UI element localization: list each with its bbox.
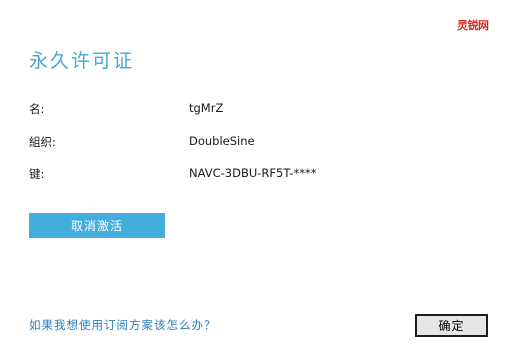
subscription-help-link[interactable]: 如果我想使用订阅方案该怎么办？ [29, 317, 217, 333]
name-value: tgMrZ [189, 101, 224, 115]
key-label: 键: [29, 167, 45, 181]
organization-row: 組织: DoubleSine [29, 134, 489, 150]
name-label: 名: [29, 102, 45, 116]
organization-label: 組织: [29, 135, 56, 149]
key-row: 键: NAVC-3DBU-RF5T-**** [29, 166, 489, 182]
key-value: NAVC-3DBU-RF5T-**** [189, 166, 317, 180]
watermark-logo: 灵锐网 [457, 19, 489, 32]
deactivate-button[interactable]: 取消激活 [29, 213, 165, 238]
license-dialog: 灵锐网 永久许可证 名: tgMrZ 組织: DoubleSine 键: NAV… [0, 0, 523, 348]
organization-value: DoubleSine [189, 134, 255, 148]
page-title: 永久许可证 [29, 50, 135, 72]
ok-button[interactable]: 确定 [415, 314, 488, 337]
name-row: 名: tgMrZ [29, 101, 489, 117]
